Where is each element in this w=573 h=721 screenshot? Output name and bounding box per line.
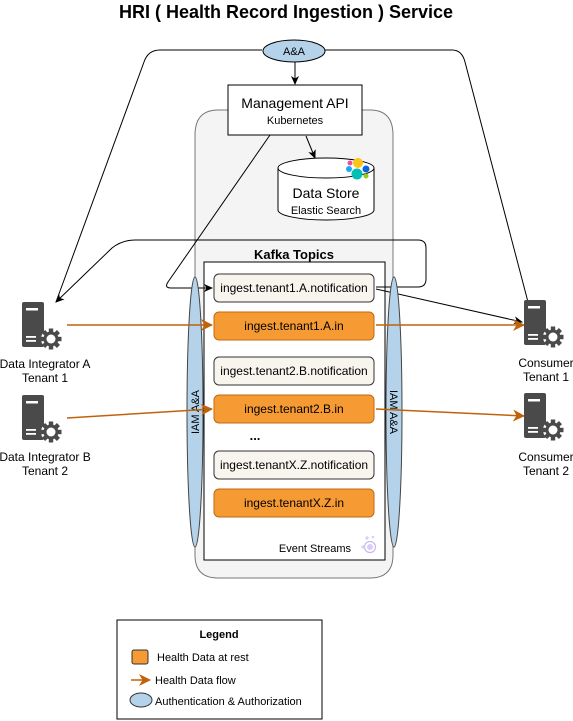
data-store-node[interactable]: Data Store Elastic Search	[277, 157, 375, 221]
legend-label: Authentication & Authorization	[155, 696, 302, 708]
topic-name: ingest.tenant1.A.notification	[220, 281, 367, 295]
server-gear-icon	[22, 395, 62, 443]
legend-title: Legend	[199, 629, 238, 641]
kafka-title: Kafka Topics	[254, 247, 334, 262]
legend-label: Health Data at rest	[157, 652, 249, 664]
diagram-title: HRI ( Health Record Ingestion ) Service	[119, 2, 453, 22]
management-api-node[interactable]: Management API Kubernetes	[227, 84, 363, 136]
consumer-tenant-1[interactable]: Consumer Tenant 1	[518, 300, 573, 384]
consumer-name: Consumer	[518, 356, 573, 370]
topic-name: ingest.tenant2.B.in	[244, 402, 343, 416]
legend-swatch-data-at-rest	[131, 649, 149, 665]
iam-left-label: IAM A&A	[190, 389, 202, 434]
architecture-diagram: HRI ( Health Record Ingestion ) Service …	[0, 2, 573, 720]
topic-ellipsis: ...	[250, 428, 261, 443]
producer-integrator-a[interactable]: Data Integrator A Tenant 1	[0, 302, 90, 385]
topic-name: ingest.tenantX.Z.in	[244, 496, 344, 510]
consumer-tenant: Tenant 2	[523, 464, 569, 478]
consumer-name: Consumer	[518, 450, 573, 464]
topic-item[interactable]: ingest.tenantX.Z.notification	[213, 450, 375, 480]
server-gear-icon	[524, 393, 564, 441]
data-store-title: Data Store	[293, 185, 360, 201]
management-api-title: Management API	[241, 95, 348, 111]
event-streams-label: Event Streams	[279, 543, 352, 555]
topic-name: ingest.tenant2.B.notification	[220, 364, 367, 378]
server-gear-icon	[524, 300, 564, 348]
producer-tenant: Tenant 1	[22, 371, 68, 385]
legend: Legend Health Data at rest Health Data f…	[116, 619, 323, 720]
iam-left: IAM A&A	[186, 276, 204, 548]
topic-item[interactable]: ingest.tenant1.A.notification	[213, 273, 375, 303]
legend-label: Health Data flow	[155, 675, 236, 687]
producer-tenant: Tenant 2	[22, 464, 68, 478]
iam-right: IAM A&A	[385, 276, 403, 548]
topic-name: ingest.tenantX.Z.notification	[220, 458, 368, 472]
producer-name: Data Integrator B	[0, 450, 91, 464]
consumer-tenant: Tenant 1	[523, 370, 569, 384]
topic-item[interactable]: ingest.tenantX.Z.in	[213, 488, 375, 518]
iam-right-label: IAM A&A	[387, 390, 399, 435]
producer-name: Data Integrator A	[0, 357, 90, 371]
auth-node: A&A	[262, 39, 326, 63]
topic-item[interactable]: ingest.tenant2.B.notification	[213, 356, 375, 386]
topic-item[interactable]: ingest.tenant2.B.in	[213, 394, 375, 424]
management-api-subtitle: Kubernetes	[267, 115, 324, 127]
legend-swatch-auth	[129, 692, 153, 708]
consumer-tenant-2[interactable]: Consumer Tenant 2	[518, 393, 573, 478]
topic-name: ingest.tenant1.A.in	[244, 319, 343, 333]
server-gear-icon	[22, 302, 62, 350]
auth-label: A&A	[283, 46, 306, 58]
producer-integrator-b[interactable]: Data Integrator B Tenant 2	[0, 395, 91, 478]
data-store-subtitle: Elastic Search	[291, 205, 361, 217]
topic-item[interactable]: ingest.tenant1.A.in	[213, 311, 375, 341]
